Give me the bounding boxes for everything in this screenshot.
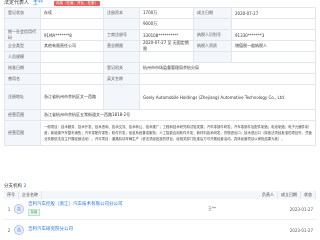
branch-title-label: 分支机构 bbox=[4, 184, 22, 189]
branch-section-title: 分支机构 2 bbox=[4, 183, 26, 189]
info-row: 经营范围 浙江省杭州市余杭区五常街道文一西路1818-2号 bbox=[5, 110, 315, 121]
info-label bbox=[104, 19, 140, 29]
info-row: 注册地址 浙江省杭州市余杭区文一西路 Geely Automobile Holdin… bbox=[5, 85, 315, 110]
info-label: 人员规模 bbox=[5, 52, 41, 62]
info-value bbox=[41, 52, 104, 62]
info-value: 2020-07-27 bbox=[235, 10, 259, 16]
legal-rep-label: 法定代表人 bbox=[4, 0, 30, 6]
info-value bbox=[140, 74, 315, 84]
info-label: 经营范围 bbox=[5, 110, 41, 120]
info-value: 9000万 bbox=[140, 19, 194, 29]
info-value: 1700万 bbox=[140, 8, 194, 18]
info-value: 330108********** bbox=[140, 30, 194, 40]
info-label bbox=[194, 19, 232, 29]
branch-main: 吉利汽车控股（浙江）汽车技术有限公司分公司 存续 bbox=[28, 202, 208, 216]
legal-rep-name[interactable]: 王** bbox=[33, 0, 43, 7]
info-label bbox=[194, 52, 232, 62]
branch-date: 2023-01-27 bbox=[289, 206, 313, 212]
company-logo-icon: 吉 bbox=[14, 225, 24, 235]
info-row: 登记状态 存续 注册资本 1700万 成立日期 2020-07-27 bbox=[5, 8, 315, 19]
business-scope-row: 经营范围 一般项目：技术服务、技术开发、技术咨询、技术交流、技术转让、技术推广；工… bbox=[5, 121, 315, 145]
info-value: Geely Automobile Holdings (Zhejiang) Aut… bbox=[143, 94, 286, 100]
branch-status-tag: 存续 bbox=[28, 209, 40, 216]
info-value bbox=[41, 74, 104, 84]
info-label: 纳税人资质 bbox=[194, 41, 232, 51]
info-label bbox=[104, 52, 140, 62]
branch-table-header: 序号 企业名称 负责人 成立日期 状态 bbox=[4, 190, 316, 199]
branch-column-header: 状态 bbox=[301, 190, 316, 199]
info-value bbox=[41, 19, 104, 29]
info-value bbox=[41, 63, 104, 73]
info-label bbox=[104, 85, 140, 109]
info-label: 营业期限 bbox=[104, 41, 140, 51]
branch-main: 吉利汽车研究院分公司 bbox=[28, 227, 208, 233]
info-label: 工商注册号 bbox=[104, 30, 140, 40]
info-label: 登记状态 bbox=[5, 8, 41, 18]
info-value: 91330*******3 bbox=[235, 32, 265, 38]
business-scope-label: 经营范围 bbox=[5, 121, 41, 145]
info-value: 2020-07-27 至 无固定期限 bbox=[140, 40, 194, 51]
info-row: 曾用名 英文名称 bbox=[5, 74, 315, 85]
branch-person[interactable]: 王** bbox=[208, 206, 268, 212]
info-row: 9000万 bbox=[5, 19, 315, 30]
status-badge: 存续（在营、开业、在册） bbox=[54, 1, 100, 6]
info-value: 其他有限责任公司 bbox=[41, 41, 104, 51]
branch-name-link[interactable]: 吉利汽车控股（浙江）汽车技术有限公司分公司 bbox=[28, 202, 208, 208]
branch-index: 2 bbox=[7, 227, 11, 233]
info-value: 91MA*******8 bbox=[41, 30, 104, 40]
branch-row[interactable]: 2 吉吉利汽车研究院分公司 2023-01-27 bbox=[4, 220, 316, 240]
info-label: 曾用名 bbox=[5, 74, 41, 84]
info-label: 英文名称 bbox=[104, 74, 140, 84]
info-value: 杭州市市场监督管理局余杭分局 bbox=[143, 65, 199, 70]
branch-date: 2023-01-27 bbox=[289, 227, 313, 233]
info-value: 浙江省杭州市余杭区五常街道文一西路1818-2号 bbox=[44, 112, 131, 117]
info-label: 企业类型 bbox=[5, 41, 41, 51]
toolbar-spacer bbox=[42, 190, 259, 199]
info-value: 增值税一般纳税人 bbox=[235, 43, 267, 48]
info-value: 存续 bbox=[41, 8, 104, 18]
info-label: 纳税人识别号 bbox=[194, 30, 232, 40]
company-logo-icon: 吉 bbox=[14, 204, 24, 214]
branch-index: 1 bbox=[7, 206, 11, 212]
branch-row[interactable]: 1 吉吉利汽车控股（浙江）汽车技术有限公司分公司 存续 王** 2023-01-27 bbox=[4, 199, 316, 220]
info-label: 统一社会信用代码 bbox=[5, 29, 41, 40]
info-row: 核准日期 登记机关 杭州市市场监督管理局余杭分局 bbox=[5, 63, 315, 74]
info-label: 核准日期 bbox=[5, 63, 41, 73]
info-label: 注册资本 bbox=[104, 8, 140, 18]
branch-column-header: 序号 bbox=[4, 190, 19, 199]
business-info-table: 登记状态 存续 注册资本 1700万 成立日期 2020-07-27 9000万 统一社会信用… bbox=[4, 7, 316, 146]
info-value bbox=[140, 52, 194, 62]
info-value bbox=[232, 19, 315, 29]
info-label: 成立日期 bbox=[194, 8, 232, 18]
info-row: 企业类型 其他有限责任公司 营业期限 2020-07-27 至 无固定期限 纳税人资质增… bbox=[5, 40, 315, 52]
info-value bbox=[232, 52, 315, 62]
info-label bbox=[5, 19, 41, 29]
branch-name-link[interactable]: 吉利汽车研究院分公司 bbox=[28, 227, 208, 233]
branch-column-header: 企业名称 bbox=[19, 190, 42, 199]
branch-column-header: 负责人 bbox=[259, 190, 278, 199]
branch-column-header: 成立日期 bbox=[278, 190, 301, 199]
info-value: 浙江省杭州市余杭区文一西路 bbox=[41, 85, 104, 109]
header-strip: 法定代表人 王** 存续（在营、开业、在册） bbox=[0, 0, 320, 7]
info-row: 人员规模 bbox=[5, 52, 315, 63]
info-label: 登记机关 bbox=[104, 63, 140, 73]
branch-count: 2 bbox=[23, 184, 27, 189]
business-scope-text: 一般项目：技术服务、技术开发、技术咨询、技术交流、技术转让、技术推广；工程和技术… bbox=[44, 125, 312, 141]
info-label: 注册地址 bbox=[5, 85, 41, 109]
